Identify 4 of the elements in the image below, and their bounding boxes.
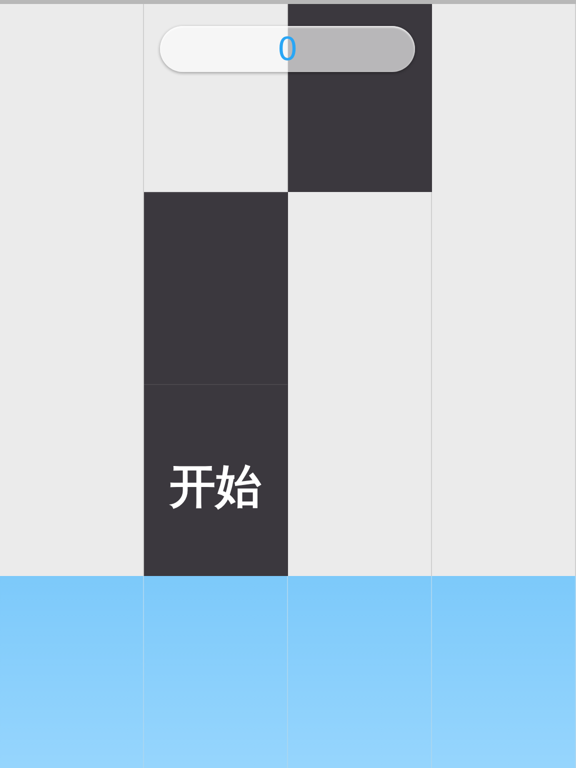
piano-tile[interactable]: 开始 [144, 384, 288, 576]
score-value: 0 [277, 30, 298, 68]
start-label: 开始 [170, 458, 262, 514]
piano-tile[interactable] [144, 192, 288, 384]
